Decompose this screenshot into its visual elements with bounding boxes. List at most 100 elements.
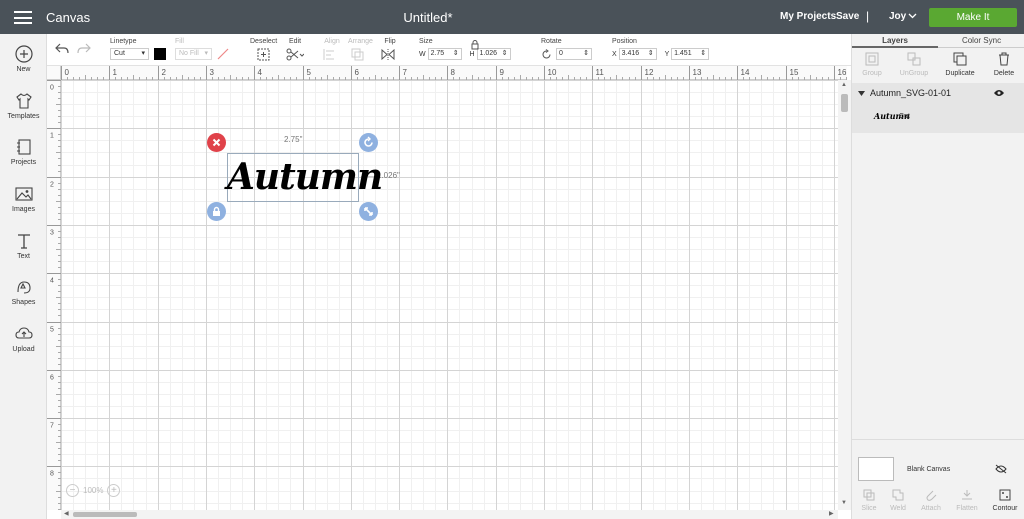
rotate-group: Rotate 0 ⇕ [541,38,592,60]
linetype-color-swatch[interactable] [153,48,166,60]
rotate-label: Rotate [541,38,562,45]
flip-label: Flip [384,38,396,45]
redo-icon[interactable] [77,43,91,54]
ruler-corner [47,66,61,80]
contour-icon [999,489,1011,501]
sidebar-item-label: Templates [7,113,40,120]
ruler-label: 11 [596,68,605,77]
x-label: X [612,50,617,58]
vertical-scrollbar[interactable]: ▲ ▼ [838,80,851,510]
horizontal-scrollbar[interactable]: ◀ ▶ [61,510,838,519]
top-ruler: 0 1 2 3 4 5 6 7 8 9 10 11 12 13 14 15 16 [61,66,877,80]
edit-group[interactable]: Edit [286,38,305,63]
x-value: 3.416 [621,50,640,57]
tab-color-sync[interactable]: Color Sync [938,34,1024,48]
resize-icon [364,207,373,216]
sidebar-item-label: Projects [10,159,37,166]
position-group: Position X 3.416 ⇕ Y 1.451 ⇕ [612,38,710,60]
images-button[interactable]: Images [0,185,47,213]
resize-handle[interactable] [359,202,378,221]
fill-label: Fill [175,38,184,45]
left-ruler-ticks: 0 1 2 3 4 5 6 7 8 [47,80,61,510]
vertical-scroll-thumb[interactable] [841,94,848,112]
height-input[interactable]: 1.026 ⇕ [476,48,511,60]
layer-name[interactable]: Autumn_SVG-01-01 [870,88,951,98]
collapse-icon[interactable] [858,91,865,96]
fill-select[interactable]: No Fill ▾ [175,48,212,60]
ruler-label: 3 [50,230,54,237]
zoom-out-button[interactable]: − [66,484,79,497]
delete-handle[interactable] [207,133,226,152]
linetype-group: Linetype Cut ▾ [110,38,166,60]
fill-value: No Fill [179,50,199,57]
height-value: 1.026 [479,50,498,57]
projects-button[interactable]: Projects [0,138,47,166]
align-group[interactable]: Align [323,38,341,63]
new-button[interactable]: New [0,45,47,73]
shapes-button[interactable]: Shapes [0,278,47,306]
ruler-label: 1 [113,68,118,77]
zoom-in-button[interactable]: + [107,484,121,497]
width-dimension-label: 2.75" [284,135,303,144]
document-title[interactable]: Untitled* [0,10,856,25]
weld-icon [892,489,904,501]
layer-item[interactable]: Autumn_SVG-01-01 Autumn Cut [852,83,1024,133]
ruler-label: 0 [65,68,70,77]
ruler-label: 5 [50,327,54,334]
separator: | [866,9,870,23]
autumn-artwork[interactable]: Autumn [227,153,383,202]
x-input[interactable]: 3.416 ⇕ [618,48,657,60]
blank-canvas-label: Blank Canvas [907,466,951,473]
horizontal-scroll-thumb[interactable] [73,512,137,517]
save-link[interactable]: Save [836,11,859,22]
eye-icon[interactable] [993,89,1005,97]
delete-button[interactable]: Delete [984,52,1024,77]
arrange-group[interactable]: Arrange [348,38,373,63]
tab-layers[interactable]: Layers [852,34,938,48]
make-it-button[interactable]: Make It [929,8,1017,27]
rotate-icon [364,136,373,147]
image-icon [14,187,33,201]
templates-button[interactable]: Templates [0,92,47,120]
deselect-group[interactable]: Deselect [250,38,277,63]
design-canvas[interactable]: 2.75" 1.026" Autumn [61,80,838,510]
my-projects-link[interactable]: My Projects [780,11,836,22]
linetype-label: Linetype [110,38,137,45]
upload-button[interactable]: Upload [0,325,47,353]
duplicate-icon [953,52,967,66]
lock-handle[interactable] [207,202,226,221]
linetype-select[interactable]: Cut ▾ [110,48,149,60]
width-input[interactable]: 2.75 ⇕ [427,48,462,60]
shapes-icon [16,281,31,294]
user-menu[interactable]: Joy [889,11,906,22]
hidden-eye-icon[interactable] [995,464,1007,474]
ungroup-label: UnGroup [899,70,929,77]
ungroup-button[interactable]: UnGroup [894,52,934,77]
contour-button[interactable]: Contour [985,489,1024,512]
canvas-grid [61,80,838,510]
layers-panel: Layers Color Sync Group UnGroup Duplicat… [851,34,1024,519]
duplicate-button[interactable]: Duplicate [940,52,980,77]
y-input[interactable]: 1.451 ⇕ [671,48,710,60]
text-button[interactable]: Text [0,232,47,260]
flip-group[interactable]: Flip [381,38,399,63]
fill-group: Fill No Fill ▾ [175,38,229,60]
shirt-icon [15,93,32,109]
rotate-handle[interactable] [359,133,378,152]
text-icon [17,234,30,249]
group-button[interactable]: Group [852,52,892,77]
flatten-button[interactable]: Flatten [947,489,987,512]
group-icon [865,52,879,66]
ruler-label: 7 [403,68,408,77]
ruler-label: 3 [210,68,215,77]
blank-canvas-swatch[interactable] [858,457,894,481]
sidebar-item-label: Text [17,253,30,260]
chevron-down-icon[interactable] [908,13,917,19]
lock-icon[interactable] [471,40,479,50]
undo-icon[interactable] [55,43,69,54]
cloud-upload-icon [14,327,33,339]
sidebar-item-label: Shapes [11,299,36,306]
rotate-input[interactable]: 0 ⇕ [555,48,592,60]
attach-button[interactable]: Attach [911,489,951,512]
ruler-label: 2 [162,68,167,77]
